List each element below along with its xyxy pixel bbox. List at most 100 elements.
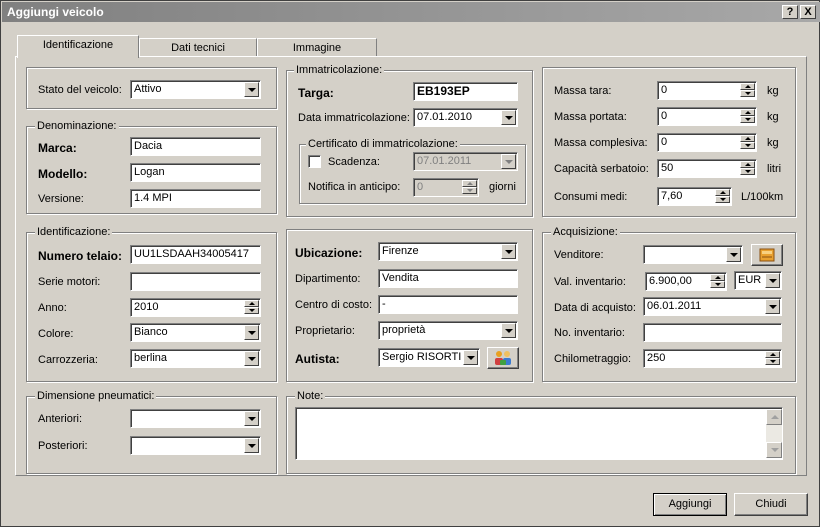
consumi-stepper[interactable]: 7,60: [657, 187, 732, 206]
chevron-down-icon[interactable]: [501, 244, 516, 259]
massa-portata-stepper[interactable]: 0: [657, 107, 757, 126]
proprietario-select[interactable]: proprietà: [378, 321, 518, 340]
scroll-down-icon[interactable]: [766, 442, 782, 458]
anno-stepper[interactable]: 2010: [130, 298, 261, 317]
dipartimento-input[interactable]: Vendita: [378, 269, 518, 288]
no-inventario-label: No. inventario:: [554, 327, 625, 339]
modello-label: Modello:: [38, 167, 88, 181]
tab-identificazione[interactable]: Identificazione: [17, 35, 139, 58]
serbatoio-value: 50: [661, 162, 674, 174]
val-inventario-stepper[interactable]: 6.900,00: [645, 272, 727, 291]
autista-value: Sergio RISORTI: [382, 351, 462, 363]
serbatoio-stepper[interactable]: 50: [657, 159, 757, 178]
versione-label: Versione:: [38, 193, 84, 205]
spin-icon[interactable]: [462, 180, 477, 195]
data-acquisto-value: 06.01.2011: [647, 300, 702, 312]
tab-immagine[interactable]: Immagine: [257, 38, 377, 58]
help-button[interactable]: ?: [782, 5, 798, 19]
scroll-up-icon[interactable]: [766, 409, 782, 425]
chevron-down-icon[interactable]: [244, 351, 259, 366]
data-immatricolazione-select[interactable]: 07.01.2010: [413, 108, 518, 127]
immatricolazione-title: Immatricolazione:: [294, 64, 385, 76]
chevron-down-icon[interactable]: [501, 323, 516, 338]
colore-value: Bianco: [134, 326, 168, 338]
chiudi-button[interactable]: Chiudi: [734, 493, 808, 516]
valuta-value: EUR: [738, 274, 762, 286]
aggiungi-button[interactable]: Aggiungi: [653, 493, 727, 516]
venditore-lookup-button[interactable]: [751, 244, 783, 266]
modello-input[interactable]: Logan: [130, 163, 261, 182]
chilometraggio-label: Chilometraggio:: [554, 353, 632, 365]
note-textarea[interactable]: [295, 407, 783, 460]
chevron-down-icon[interactable]: [244, 82, 259, 97]
massa-complesiva-stepper[interactable]: 0: [657, 133, 757, 152]
telaio-input[interactable]: UU1LSDAAH34005417: [130, 245, 261, 264]
chilometraggio-value: 250: [647, 352, 666, 364]
identificazione-title: Identificazione:: [35, 226, 113, 238]
chevron-down-icon[interactable]: [726, 247, 741, 262]
spin-icon[interactable]: [244, 300, 259, 315]
chevron-down-icon[interactable]: [765, 299, 780, 314]
venditore-label: Venditore:: [554, 249, 604, 261]
spin-icon[interactable]: [740, 83, 755, 98]
massa-portata-unit: kg: [767, 111, 779, 123]
targa-label: Targa:: [298, 86, 334, 100]
colore-select[interactable]: Bianco: [130, 323, 261, 342]
carrozzeria-select[interactable]: berlina: [130, 349, 261, 368]
serie-input[interactable]: [130, 272, 261, 291]
chevron-down-icon[interactable]: [765, 273, 780, 288]
close-window-button[interactable]: X: [800, 5, 816, 19]
spin-icon[interactable]: [715, 189, 730, 204]
telaio-label: Numero telaio:: [38, 249, 123, 263]
stato-select[interactable]: Attivo: [130, 80, 261, 99]
note-scrollbar[interactable]: [766, 409, 782, 458]
autista-label: Autista:: [295, 352, 340, 366]
massa-tara-stepper[interactable]: 0: [657, 81, 757, 100]
targa-input[interactable]: EB193EP: [413, 82, 518, 101]
autista-lookup-button[interactable]: [487, 347, 519, 369]
scadenza-select[interactable]: 07.01.2011: [413, 152, 518, 171]
chevron-down-icon[interactable]: [244, 438, 259, 453]
window-title: Aggiungi veicolo: [7, 5, 104, 19]
consumi-unit: L/100km: [741, 191, 784, 203]
anteriori-label: Anteriori:: [38, 413, 83, 425]
chilometraggio-stepper[interactable]: 250: [643, 349, 782, 368]
spin-icon[interactable]: [740, 109, 755, 124]
notifica-unit: giorni: [489, 181, 516, 193]
marca-label: Marca:: [38, 141, 77, 155]
scadenza-value: 07.01.2011: [417, 155, 472, 167]
serbatoio-unit: litri: [767, 163, 782, 175]
centro-input[interactable]: -: [378, 295, 518, 314]
anteriori-select[interactable]: [130, 409, 261, 428]
chevron-down-icon[interactable]: [501, 110, 516, 125]
denominazione-title: Denominazione:: [35, 120, 119, 132]
spin-icon[interactable]: [765, 351, 780, 366]
note-title: Note:: [295, 390, 326, 402]
scadenza-checkbox[interactable]: [308, 155, 321, 168]
spin-icon[interactable]: [710, 274, 725, 289]
spin-icon[interactable]: [740, 135, 755, 150]
notifica-stepper[interactable]: 0: [413, 178, 479, 197]
no-inventario-input[interactable]: [643, 323, 782, 342]
proprietario-value: proprietà: [382, 324, 426, 336]
ubicazione-select[interactable]: Firenze: [378, 242, 518, 261]
venditore-select[interactable]: [643, 245, 743, 264]
data-acquisto-select[interactable]: 06.01.2011: [643, 297, 782, 316]
versione-input[interactable]: 1.4 MPI: [130, 189, 261, 208]
anno-value: 2010: [134, 301, 159, 313]
chevron-down-icon[interactable]: [463, 350, 478, 365]
tab-dati-tecnici[interactable]: Dati tecnici: [139, 38, 257, 58]
consumi-label: Consumi medi:: [554, 191, 628, 203]
spin-icon[interactable]: [740, 161, 755, 176]
massa-tara-label: Massa tara:: [554, 85, 612, 97]
chevron-down-icon[interactable]: [244, 325, 259, 340]
chevron-down-icon[interactable]: [501, 154, 516, 169]
ubicazione-label: Ubicazione:: [295, 246, 363, 260]
marca-input[interactable]: Dacia: [130, 137, 261, 156]
valuta-select[interactable]: EUR: [734, 271, 782, 290]
chevron-down-icon[interactable]: [244, 411, 259, 426]
carrozzeria-label: Carrozzeria:: [38, 354, 98, 366]
val-inventario-label: Val. inventario:: [554, 276, 626, 288]
autista-select[interactable]: Sergio RISORTI: [378, 348, 480, 367]
posteriori-select[interactable]: [130, 436, 261, 455]
